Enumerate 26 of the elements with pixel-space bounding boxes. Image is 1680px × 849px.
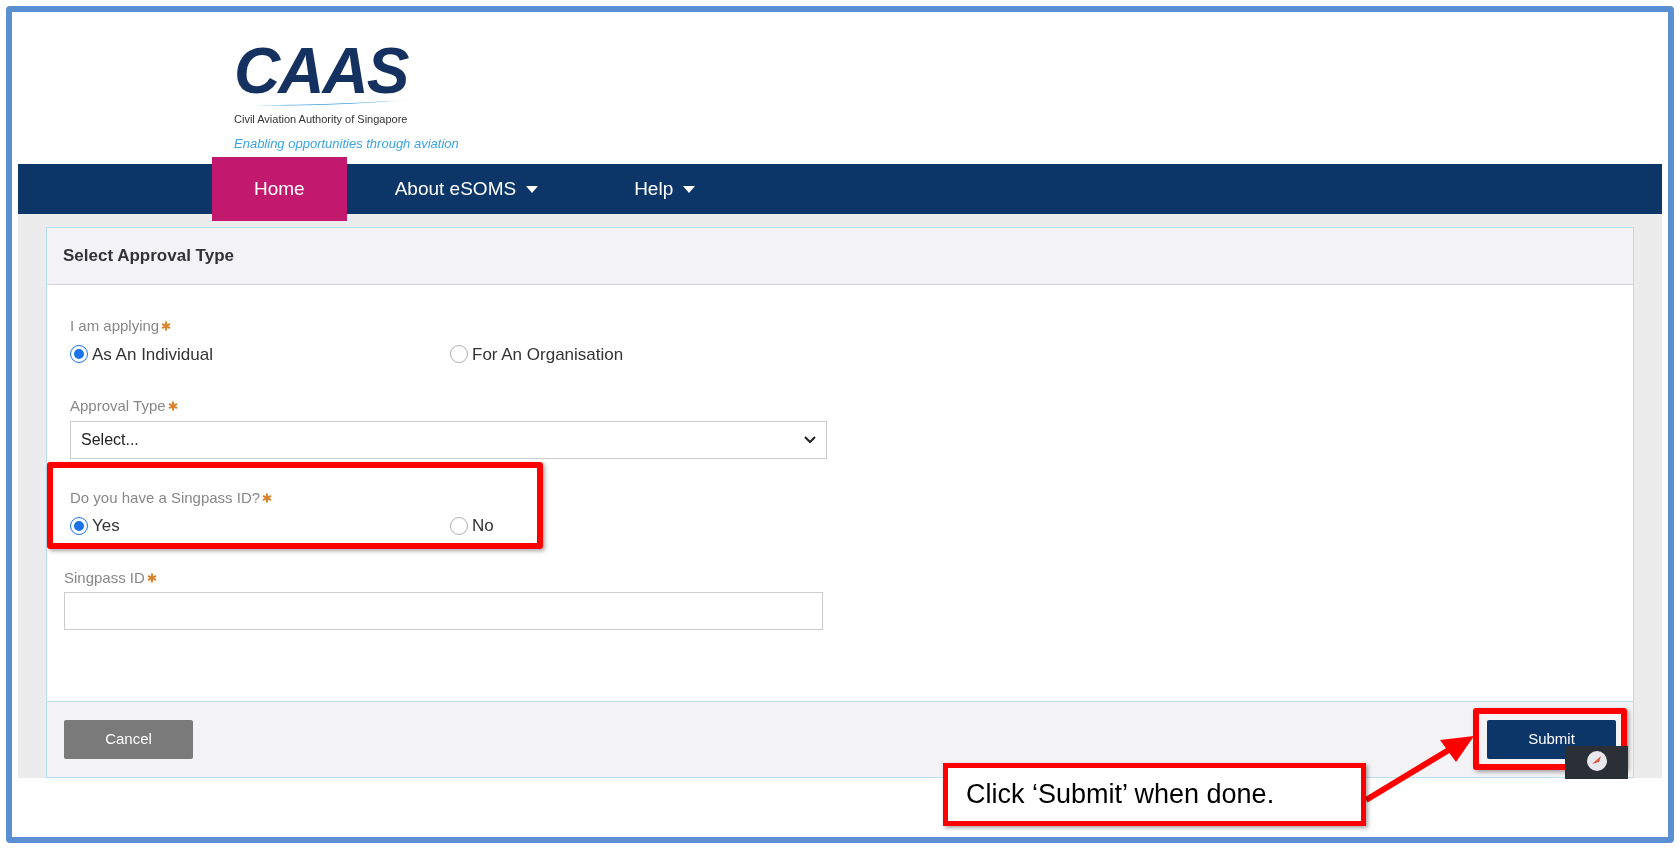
chat-widget-popup[interactable]: [1565, 746, 1628, 779]
callout-box: Click ‘Submit’ when done.: [943, 763, 1366, 826]
radio-button[interactable]: [450, 516, 468, 535]
radio-label: For An Organisation: [472, 343, 624, 366]
singpass-id-input[interactable]: [64, 592, 823, 630]
radio-button[interactable]: [70, 516, 88, 535]
radio-label: Yes: [92, 515, 120, 537]
radio-button[interactable]: [70, 345, 88, 364]
chevron-down-icon: [804, 435, 816, 444]
nav-tab[interactable]: About eSOMS: [346, 164, 587, 214]
approval-type-select[interactable]: Select...: [70, 420, 827, 459]
cancel-button[interactable]: Cancel: [64, 720, 193, 759]
radio-label: No: [472, 515, 494, 537]
field-label: Approval Type: [70, 396, 166, 416]
organisation-name: Civil Aviation Authority of Singapore: [234, 112, 409, 127]
nav-tab[interactable]: Home: [212, 157, 347, 221]
radio-button[interactable]: [450, 345, 468, 364]
field-label: I am applying: [70, 316, 160, 336]
field-label: Do you have a Singpass ID?: [70, 487, 261, 508]
panel-title: Select Approval Type: [63, 245, 234, 268]
logo-wordmark: CAAS: [234, 44, 408, 98]
radio-label: As An Individual: [92, 343, 213, 366]
field-label: Singpass ID: [64, 567, 145, 588]
bubble-icon: [1585, 750, 1608, 772]
slogan: Enabling opportunities through aviation: [234, 134, 460, 153]
nav-tab[interactable]: Help: [586, 164, 744, 214]
